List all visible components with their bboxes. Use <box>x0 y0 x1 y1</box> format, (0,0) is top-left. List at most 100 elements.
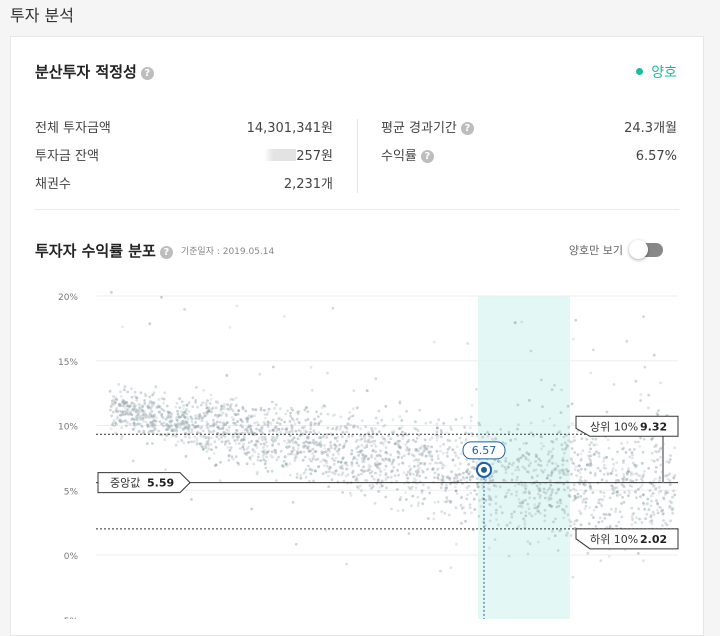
scatter-dot <box>317 422 321 426</box>
scatter-dot <box>325 436 329 439</box>
scatter-dot <box>218 479 222 483</box>
scatter-dot <box>229 403 233 406</box>
scatter-dot <box>654 487 658 491</box>
scatter-dot <box>334 427 338 431</box>
scatter-dot <box>576 492 580 496</box>
scatter-dot <box>431 467 435 471</box>
scatter-dot <box>639 399 642 402</box>
scatter-dot <box>148 322 152 326</box>
scatter-dot <box>313 422 317 425</box>
scatter-dot <box>398 439 401 443</box>
scatter-dot <box>394 441 398 445</box>
scatter-dot <box>504 442 507 446</box>
scatter-dot <box>366 457 370 461</box>
scatter-dot <box>435 430 439 434</box>
scatter-dot <box>605 410 609 414</box>
scatter-dot <box>143 402 147 405</box>
scatter-dot <box>322 458 325 462</box>
scatter-dot <box>454 454 458 458</box>
scatter-dot <box>214 406 218 410</box>
scatter-dot <box>367 463 371 467</box>
scatter-dot <box>339 425 343 429</box>
scatter-dot <box>659 381 662 385</box>
scatter-dot <box>343 442 347 446</box>
scatter-dot <box>469 419 473 423</box>
scatter-dot <box>190 420 194 424</box>
scatter-dot <box>199 442 202 446</box>
y-tick-label: 10% <box>58 423 78 433</box>
scatter-dot <box>509 438 513 442</box>
scatter-dot <box>119 437 123 441</box>
scatter-dot <box>650 451 654 455</box>
scatter-dot <box>297 421 301 424</box>
scatter-dot <box>271 444 274 447</box>
scatter-dot <box>566 404 570 408</box>
scatter-dot <box>588 506 592 510</box>
scatter-dot <box>649 514 653 517</box>
scatter-dot <box>579 523 583 527</box>
scatter-dot <box>348 423 352 427</box>
scatter-dot <box>561 463 565 467</box>
scatter-dot <box>345 430 349 434</box>
scatter-dot <box>389 437 393 440</box>
scatter-dot <box>126 390 130 394</box>
scatter-dot <box>359 434 362 438</box>
scatter-dot <box>334 456 338 460</box>
scatter-dot <box>540 469 543 472</box>
scatter-dot <box>540 378 543 382</box>
scatter-dot <box>454 506 458 510</box>
scatter-dot <box>449 425 452 429</box>
scatter-dot <box>579 495 583 498</box>
scatter-dot <box>424 476 428 480</box>
scatter-dot <box>265 455 268 459</box>
scatter-dot <box>503 465 507 469</box>
scatter-dot <box>575 519 579 522</box>
scatter-dot <box>589 471 592 475</box>
scatter-dot <box>405 498 408 501</box>
scatter-dot <box>590 441 593 445</box>
scatter-dot <box>542 487 546 491</box>
scatter-dot <box>573 468 577 471</box>
scatter-dot <box>206 422 210 426</box>
scatter-dot <box>378 473 382 477</box>
scatter-dot <box>187 440 191 444</box>
scatter-dot <box>274 479 278 482</box>
scatter-dot <box>661 512 665 516</box>
scatter-dot <box>377 409 381 413</box>
scatter-dot <box>120 434 124 438</box>
scatter-dot <box>167 425 171 429</box>
scatter-dot <box>586 454 590 458</box>
scatter-dot <box>213 414 217 417</box>
scatter-dot <box>282 460 286 463</box>
scatter-dot <box>470 466 474 470</box>
scatter-dot <box>400 456 404 460</box>
scatter-dot <box>488 503 492 506</box>
scatter-dot <box>239 424 243 428</box>
scatter-dot <box>231 409 235 413</box>
scatter-dot <box>298 434 302 438</box>
scatter-dot <box>551 447 555 451</box>
scatter-dot <box>363 434 366 438</box>
scatter-dot <box>630 523 634 527</box>
scatter-dot <box>620 442 623 445</box>
scatter-dot <box>288 439 292 443</box>
scatter-dot <box>554 468 558 472</box>
scatter-dot <box>182 407 185 410</box>
scatter-dot <box>455 542 458 546</box>
lower-10-label: 하위 10% <box>590 532 638 546</box>
scatter-dot <box>551 461 554 465</box>
scatter-dot <box>364 425 367 429</box>
scatter-dot <box>112 419 116 422</box>
scatter-dot <box>145 442 149 445</box>
scatter-dot <box>572 435 576 439</box>
scatter-dot <box>234 396 238 400</box>
scatter-dot <box>144 420 148 424</box>
scatter-dot <box>130 387 134 391</box>
scatter-dot <box>424 454 428 458</box>
scatter-dot <box>231 457 235 461</box>
scatter-dot <box>440 478 444 482</box>
scatter-dot <box>471 434 474 438</box>
scatter-dot <box>654 465 658 469</box>
scatter-dot <box>398 415 402 419</box>
scatter-dot <box>396 442 400 446</box>
